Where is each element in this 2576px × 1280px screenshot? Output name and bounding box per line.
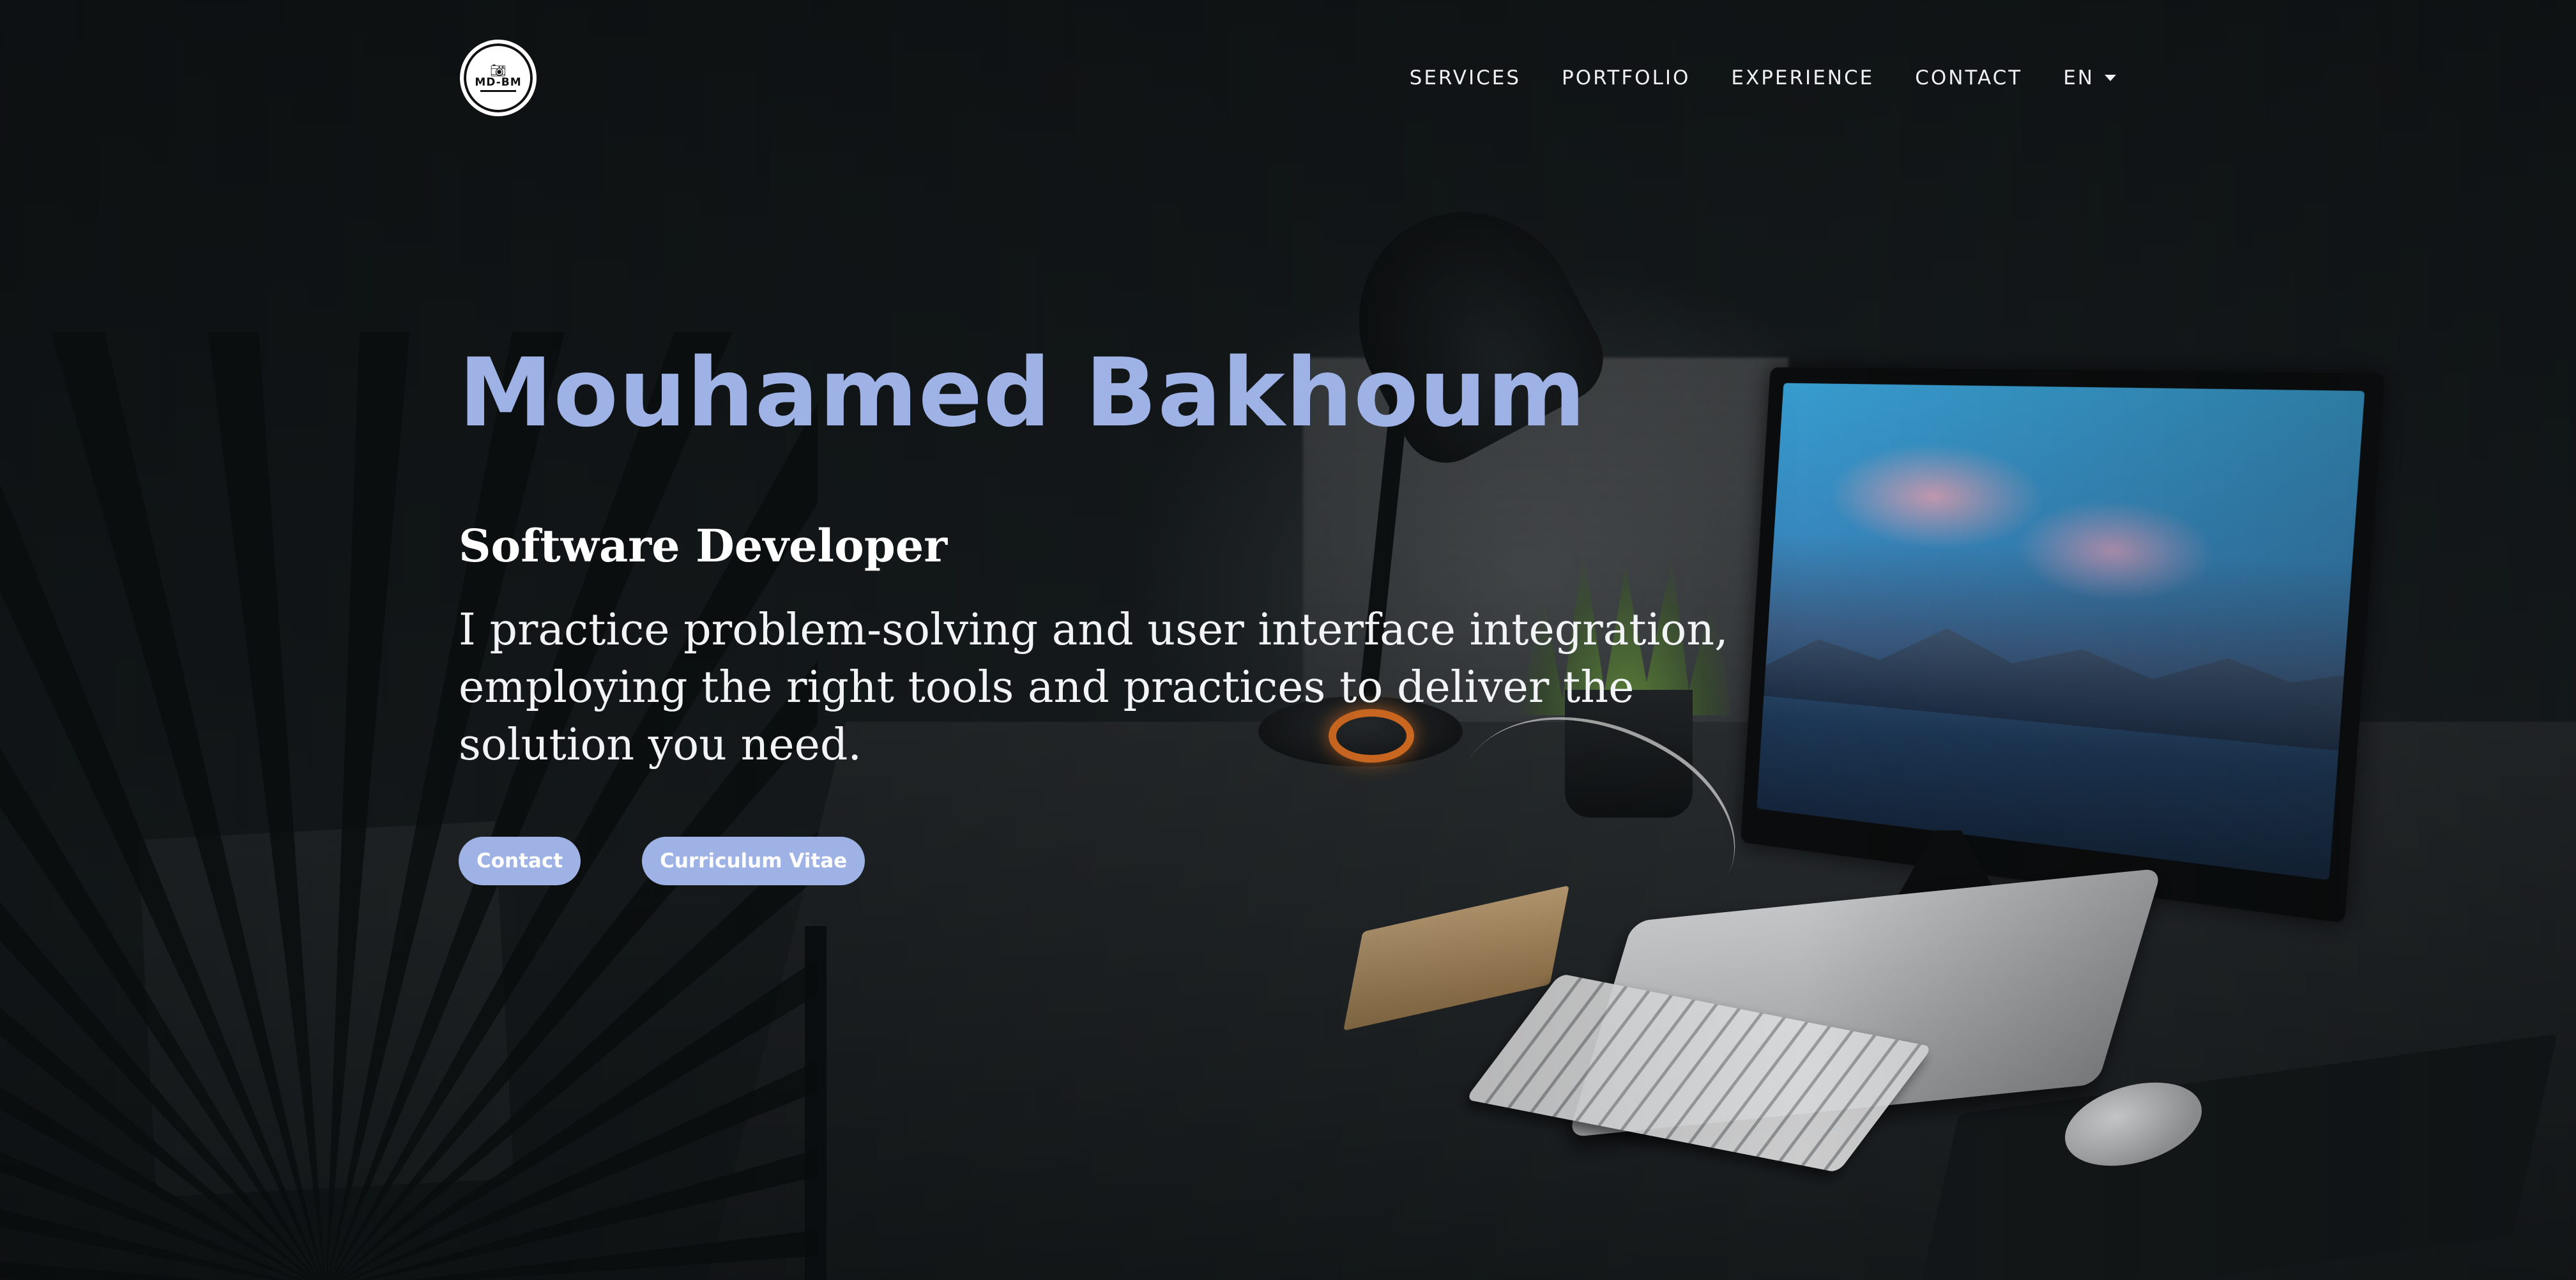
contact-button[interactable]: Contact	[459, 837, 581, 885]
language-label: EN	[2063, 66, 2094, 89]
nav-services[interactable]: SERVICES	[1410, 66, 1521, 89]
curriculum-vitae-button[interactable]: Curriculum Vitae	[642, 837, 865, 885]
caret-down-icon	[2105, 75, 2116, 81]
navbar: 📷︎ MD-BM SERVICES PORTFOLIO EXPERIENCE C…	[460, 0, 2116, 156]
hero-section: 📷︎ MD-BM SERVICES PORTFOLIO EXPERIENCE C…	[0, 0, 2576, 1280]
logo-underline	[480, 90, 516, 92]
hero-buttons: Contact Curriculum Vitae	[459, 837, 1736, 885]
logo-text: MD-BM	[475, 76, 522, 89]
nav-contact[interactable]: CONTACT	[1915, 66, 2022, 89]
hero-name: Mouhamed Bakhoum	[459, 338, 1587, 448]
hero-content: Mouhamed Bakhoum Software Developer I pr…	[459, 332, 1736, 885]
site-logo[interactable]: 📷︎ MD-BM	[460, 40, 537, 116]
hero-role: Software Developer	[459, 519, 948, 572]
camera-icon: 📷︎	[490, 63, 507, 78]
hero-tagline: I practice problem-solving and user inte…	[459, 605, 1728, 770]
language-dropdown[interactable]: EN	[2063, 66, 2116, 89]
nav-experience[interactable]: EXPERIENCE	[1731, 66, 1874, 89]
nav-links: SERVICES PORTFOLIO EXPERIENCE CONTACT EN	[1410, 66, 2116, 89]
nav-portfolio[interactable]: PORTFOLIO	[1562, 66, 1690, 89]
